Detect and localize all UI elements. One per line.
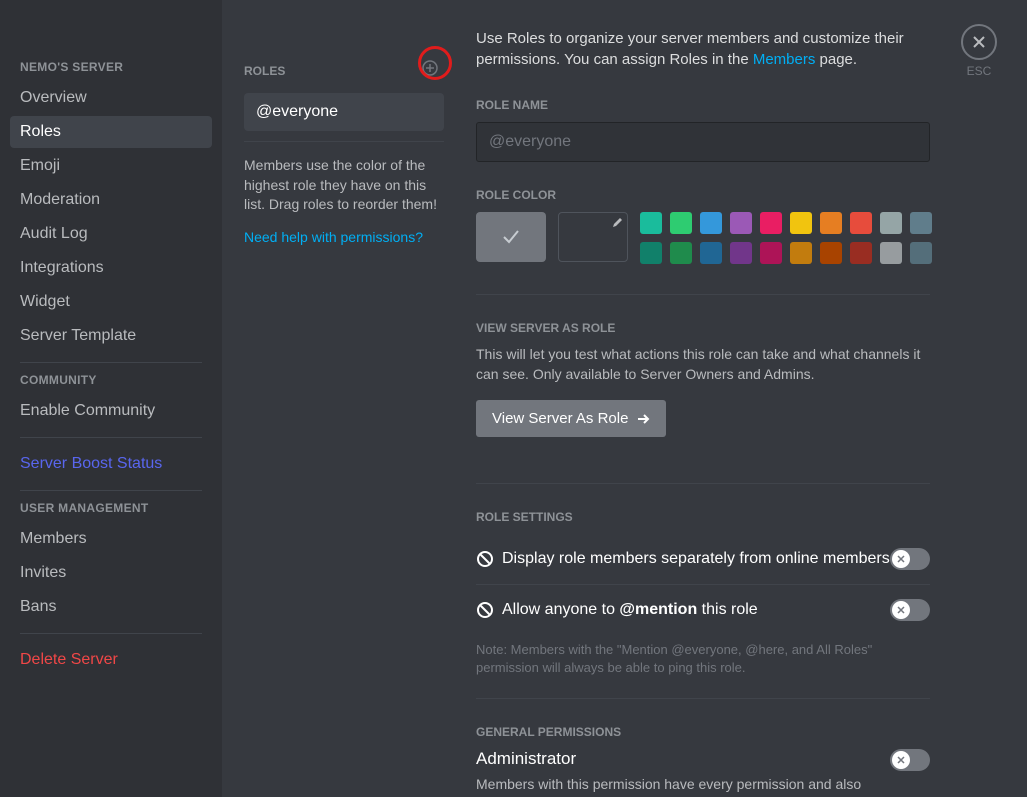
sidebar-item-emoji[interactable]: Emoji xyxy=(10,150,212,182)
toggle-knob xyxy=(892,751,910,769)
sidebar-item-enable-community[interactable]: Enable Community xyxy=(10,395,212,427)
close-button[interactable] xyxy=(961,24,997,60)
color-swatch[interactable] xyxy=(640,212,662,234)
sidebar-item-moderation[interactable]: Moderation xyxy=(10,184,212,216)
setting2-note: Note: Members with the "Mention @everyon… xyxy=(476,641,930,677)
color-swatch[interactable] xyxy=(850,212,872,234)
setting2-part2: this role xyxy=(697,601,757,618)
toggle-knob xyxy=(892,601,910,619)
general-permissions-header: GENERAL PERMISSIONS xyxy=(476,725,997,739)
user-mgmt-header: USER MANAGEMENT xyxy=(10,501,212,523)
toggle-allow-mention[interactable] xyxy=(890,599,930,621)
intro-text: Use Roles to organize your server member… xyxy=(476,28,997,70)
permissions-help-link[interactable]: Need help with permissions? xyxy=(244,229,444,245)
toggle-knob xyxy=(892,550,910,568)
view-btn-label: View Server As Role xyxy=(492,410,628,427)
divider xyxy=(20,437,202,438)
role-editor-panel: ESC Use Roles to organize your server me… xyxy=(454,0,1027,797)
setting2-part1: Allow anyone to xyxy=(502,601,619,618)
custom-color-swatch[interactable] xyxy=(558,212,628,262)
color-swatch[interactable] xyxy=(730,242,752,264)
sidebar-item-roles[interactable]: Roles xyxy=(10,116,212,148)
divider xyxy=(20,633,202,634)
roles-hint-text: Members use the color of the highest rol… xyxy=(244,156,444,215)
check-icon xyxy=(500,226,522,248)
eyedropper-icon xyxy=(611,217,623,229)
sidebar-item-overview[interactable]: Overview xyxy=(10,82,212,114)
esc-label: ESC xyxy=(961,64,997,78)
color-swatch[interactable] xyxy=(790,242,812,264)
setting-allow-mention: Allow anyone to @mention this role xyxy=(476,601,758,619)
roles-header: ROLES xyxy=(244,64,285,78)
divider xyxy=(20,490,202,491)
close-icon xyxy=(971,34,987,50)
add-role-icon[interactable] xyxy=(422,60,438,81)
view-as-role-header: VIEW SERVER AS ROLE xyxy=(476,321,997,335)
members-link[interactable]: Members xyxy=(753,51,816,68)
role-item-everyone[interactable]: @everyone xyxy=(244,93,444,131)
color-grid xyxy=(640,212,932,264)
sidebar-item-members[interactable]: Members xyxy=(10,523,212,555)
intro-part2: page. xyxy=(815,51,857,68)
color-swatch[interactable] xyxy=(820,212,842,234)
color-swatch[interactable] xyxy=(670,242,692,264)
color-swatch[interactable] xyxy=(640,242,662,264)
permission-administrator-desc: Members with this permission have every … xyxy=(476,775,890,797)
view-server-as-role-button[interactable]: View Server As Role xyxy=(476,400,666,437)
color-swatch[interactable] xyxy=(760,242,782,264)
role-name-input[interactable]: @everyone xyxy=(476,122,930,162)
color-swatch[interactable] xyxy=(670,212,692,234)
divider xyxy=(244,141,444,142)
setting-display-separately: Display role members separately from onl… xyxy=(476,550,890,568)
role-name-label: ROLE NAME xyxy=(476,98,997,112)
color-swatch[interactable] xyxy=(790,212,812,234)
sidebar-item-widget[interactable]: Widget xyxy=(10,286,212,318)
toggle-administrator[interactable] xyxy=(890,749,930,771)
view-as-role-desc: This will let you test what actions this… xyxy=(476,345,930,384)
divider xyxy=(20,362,202,363)
divider xyxy=(476,698,930,699)
roles-column: ROLES @everyone Members use the color of… xyxy=(222,0,454,797)
sidebar-item-invites[interactable]: Invites xyxy=(10,557,212,589)
role-color-label: ROLE COLOR xyxy=(476,188,997,202)
arrow-right-icon xyxy=(636,412,650,426)
default-color-swatch[interactable] xyxy=(476,212,546,262)
color-swatch[interactable] xyxy=(850,242,872,264)
permission-administrator-title: Administrator xyxy=(476,749,890,769)
color-swatch[interactable] xyxy=(910,212,932,234)
color-swatch[interactable] xyxy=(820,242,842,264)
divider xyxy=(476,483,930,484)
toggle-display-separately[interactable] xyxy=(890,548,930,570)
color-swatch[interactable] xyxy=(880,212,902,234)
server-name-header: NEMO'S SERVER xyxy=(10,60,212,82)
color-swatch[interactable] xyxy=(730,212,752,234)
sidebar-item-server-template[interactable]: Server Template xyxy=(10,320,212,352)
sidebar-item-server-boost[interactable]: Server Boost Status xyxy=(10,448,212,480)
sidebar-item-integrations[interactable]: Integrations xyxy=(10,252,212,284)
prohibited-icon xyxy=(476,601,494,619)
role-settings-header: ROLE SETTINGS xyxy=(476,510,997,524)
color-swatch[interactable] xyxy=(760,212,782,234)
setting1-label: Display role members separately from onl… xyxy=(502,550,890,568)
prohibited-icon xyxy=(476,550,494,568)
sidebar-item-bans[interactable]: Bans xyxy=(10,591,212,623)
settings-sidebar: NEMO'S SERVER Overview Roles Emoji Moder… xyxy=(0,0,222,797)
setting2-mention: @mention xyxy=(619,601,697,618)
sidebar-item-delete-server[interactable]: Delete Server xyxy=(10,644,212,676)
divider xyxy=(476,294,930,295)
community-header: COMMUNITY xyxy=(10,373,212,395)
color-swatch[interactable] xyxy=(700,242,722,264)
color-swatch[interactable] xyxy=(700,212,722,234)
color-swatch[interactable] xyxy=(910,242,932,264)
sidebar-item-audit-log[interactable]: Audit Log xyxy=(10,218,212,250)
color-swatch[interactable] xyxy=(880,242,902,264)
